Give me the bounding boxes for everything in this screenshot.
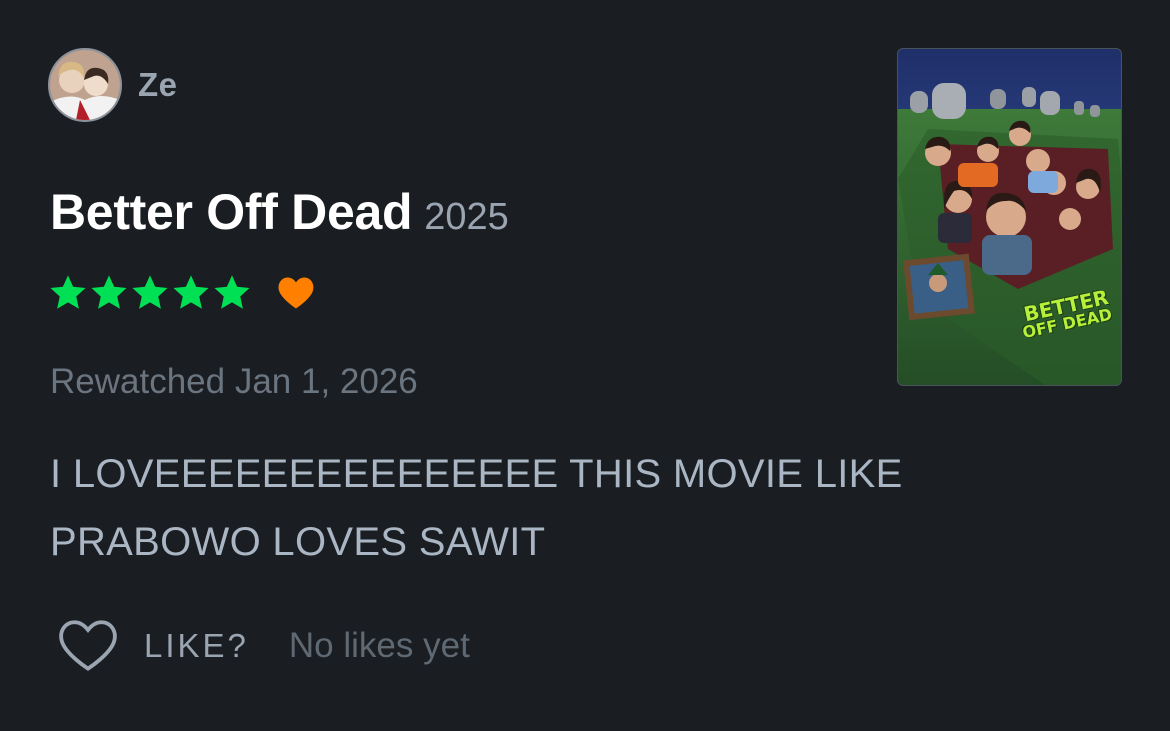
star-icon [173, 275, 209, 309]
review-card: Ze Better Off Dead 2025 Rewatched Jan 1,… [0, 0, 1170, 731]
likes-count: No likes yet [288, 626, 470, 665]
review-body: I LOVEEEEEEEEEEEEEEE THIS MOVIE LIKE PRA… [50, 452, 903, 564]
like-action-row: LIKE? No likes yet [58, 620, 470, 672]
poster-artwork [898, 49, 1121, 385]
film-title-row[interactable]: Better Off Dead 2025 [50, 183, 509, 241]
heart-icon [278, 277, 314, 309]
film-poster[interactable]: BETTER OFF DEAD [897, 48, 1122, 386]
like-button[interactable]: LIKE? [144, 627, 249, 665]
star-icon [50, 275, 86, 309]
watch-date: Rewatched Jan 1, 2026 [50, 362, 418, 401]
star-icon [132, 275, 168, 309]
star-icon [91, 275, 127, 309]
film-title[interactable]: Better Off Dead [50, 183, 413, 241]
film-year[interactable]: 2025 [424, 196, 509, 239]
avatar[interactable] [48, 48, 122, 122]
star-icon [214, 275, 250, 309]
reviewer-name[interactable]: Ze [138, 66, 178, 104]
reviewer-header[interactable]: Ze [48, 48, 178, 122]
heart-outline-icon[interactable] [58, 620, 118, 672]
rating [48, 274, 315, 312]
